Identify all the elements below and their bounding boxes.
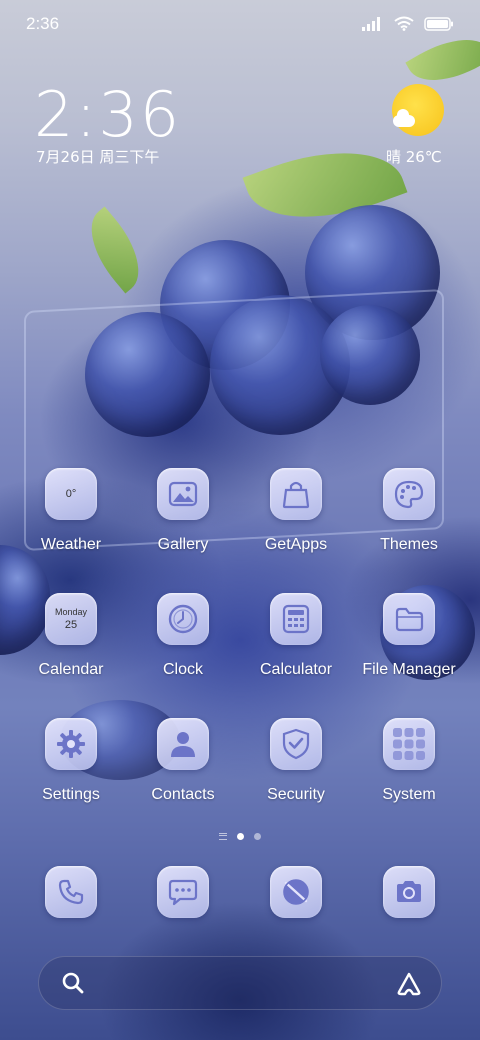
calendar-icon-date: 25	[64, 619, 78, 631]
app-label: Gallery	[157, 536, 209, 553]
dock-phone[interactable]	[15, 866, 127, 918]
dock-camera[interactable]	[353, 866, 465, 918]
app-calendar[interactable]: Monday 25 Calendar	[15, 593, 127, 679]
app-label: Calculator	[259, 661, 333, 678]
list-view-icon[interactable]	[219, 832, 227, 840]
message-icon	[157, 866, 209, 918]
app-label: Clock	[162, 661, 203, 678]
browser-icon	[270, 866, 322, 918]
weather-icon: 0°	[45, 468, 97, 520]
dock-messages[interactable]	[127, 866, 239, 918]
page-dot[interactable]	[254, 832, 261, 840]
phone-icon	[45, 866, 97, 918]
calendar-icon: Monday 25	[45, 593, 97, 645]
app-label: Contacts	[151, 786, 215, 803]
app-getapps[interactable]: GetApps	[240, 468, 352, 554]
app-label: Weather	[40, 536, 102, 553]
search-icon[interactable]	[61, 971, 85, 999]
app-label: Security	[267, 786, 325, 803]
page-dot-active[interactable]	[237, 832, 244, 840]
app-contacts[interactable]: Contacts	[127, 718, 239, 804]
cloud-icon	[393, 109, 415, 127]
battery-icon	[424, 16, 453, 31]
calendar-icon-day: Monday	[54, 607, 88, 617]
weather-icon-temp: 0°	[65, 488, 77, 500]
app-label: Calendar	[38, 661, 104, 678]
app-themes[interactable]: Themes	[353, 468, 465, 554]
widget-clock-time[interactable]: 2:36	[34, 78, 181, 151]
app-label: GetApps	[264, 536, 328, 553]
app-label: Settings	[42, 786, 100, 803]
status-time: 2:36	[26, 14, 60, 33]
widget-weather: 晴 26℃	[386, 148, 442, 166]
leaf-decoration	[73, 206, 157, 294]
dock-browser[interactable]	[240, 866, 352, 918]
app-weather[interactable]: 0° Weather	[15, 468, 127, 554]
gear-icon	[45, 718, 97, 770]
signal-icon	[362, 16, 380, 31]
app-security[interactable]: Security	[240, 718, 352, 804]
folder-icon	[383, 593, 435, 645]
calculator-icon	[270, 593, 322, 645]
palette-icon	[383, 468, 435, 520]
clock-icon	[157, 593, 209, 645]
app-calculator[interactable]: Calculator	[240, 593, 352, 679]
widget-date: 7月26日 周三下午	[36, 148, 160, 166]
assistant-icon[interactable]	[395, 970, 423, 1002]
page-indicator[interactable]	[0, 830, 480, 842]
app-gallery[interactable]: Gallery	[127, 468, 239, 554]
shield-check-icon	[270, 718, 322, 770]
status-icons	[362, 16, 454, 31]
gallery-icon	[157, 468, 209, 520]
app-label: File Manager	[362, 661, 456, 678]
app-settings[interactable]: Settings	[15, 718, 127, 804]
app-label: System	[382, 786, 436, 803]
app-folder-icon	[383, 718, 435, 770]
wifi-icon	[394, 16, 414, 31]
app-label: Themes	[380, 536, 438, 553]
person-icon	[157, 718, 209, 770]
app-clock[interactable]: Clock	[127, 593, 239, 679]
search-bar[interactable]	[38, 956, 442, 1010]
app-system[interactable]: System	[353, 718, 465, 804]
shopping-bag-icon	[270, 468, 322, 520]
status-bar: 2:36	[0, 0, 480, 50]
app-file-manager[interactable]: File Manager	[353, 593, 465, 679]
camera-icon	[383, 866, 435, 918]
